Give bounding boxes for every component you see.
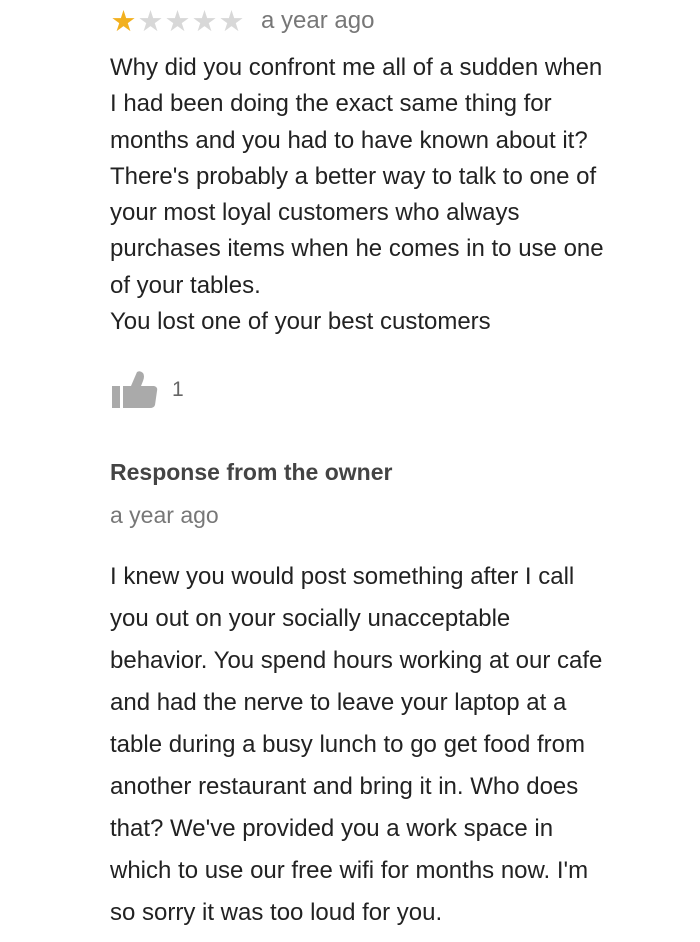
star-empty-icon: ★ — [191, 4, 218, 38]
review-text-line: Why did you confront me all of a sudden … — [110, 54, 603, 81]
review-header: ★ ★ ★ ★ ★ a year ago — [110, 6, 510, 36]
owner-response-heading: Response from the owner — [110, 459, 393, 485]
owner-text-line: behavior. You spend hours working at our… — [110, 647, 603, 674]
review-text-line: months and you had to have known about i… — [110, 126, 588, 154]
review-timestamp: a year ago — [261, 7, 375, 34]
star-rating: ★ ★ ★ ★ ★ — [110, 6, 245, 36]
thumbs-up-icon — [112, 371, 158, 408]
owner-text-line: table during a busy lunch to go get food… — [110, 731, 585, 758]
review-body: Why did you confront me all of a sudden … — [110, 50, 680, 340]
star-empty-icon: ★ — [137, 4, 164, 38]
like-count: 1 — [172, 378, 184, 401]
review-text-line: You lost one of your best customers — [110, 308, 491, 336]
star-empty-icon: ★ — [218, 4, 245, 38]
owner-text-line: and had the nerve to leave your laptop a… — [110, 689, 567, 716]
like-row: 1 — [110, 368, 184, 412]
like-button[interactable] — [110, 368, 160, 412]
owner-text-line: I knew you would post something after I … — [110, 563, 575, 590]
owner-text-line: that? We've provided you a work space in — [110, 815, 554, 842]
review-text-line: I had been doing the exact same thing fo… — [110, 90, 552, 118]
owner-text-line: another restaurant and bring it in. Who … — [110, 773, 579, 800]
review-text-line: There's probably a better way to talk to… — [110, 162, 597, 190]
star-empty-icon: ★ — [164, 4, 191, 38]
review-text-line: purchases items when he comes in to use … — [110, 235, 604, 263]
review-text-line: your most loyal customers who always — [110, 199, 520, 227]
star-filled-icon: ★ — [110, 4, 137, 38]
owner-text-line: which to use our free wifi for months no… — [110, 857, 589, 884]
review-text-line: of your tables. — [110, 271, 261, 299]
owner-text-line: you out on your socially unacceptable — [110, 605, 511, 632]
owner-text-line: so sorry it was too loud for you. — [110, 899, 443, 926]
owner-response-timestamp: a year ago — [110, 502, 219, 528]
owner-response-body: I knew you would post something after I … — [110, 556, 685, 934]
